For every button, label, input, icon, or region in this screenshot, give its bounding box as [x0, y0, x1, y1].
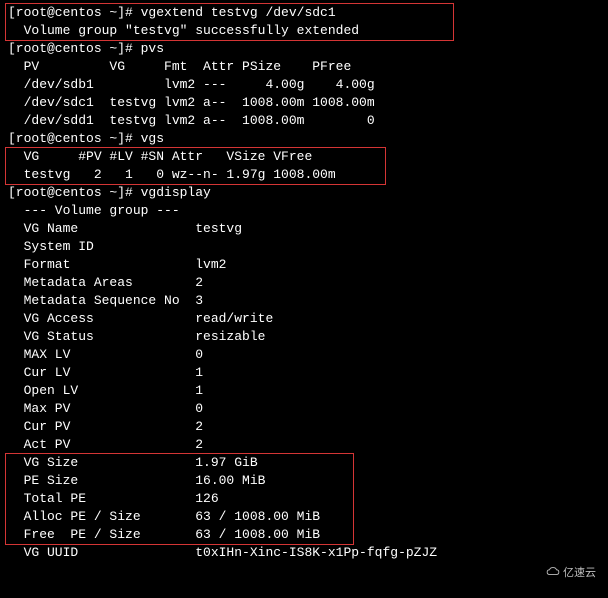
vgdisp-actpv: Act PV 2	[8, 436, 600, 454]
vgdisp-curpv: Cur PV 2	[8, 418, 600, 436]
vgdisp-curlv: Cur LV 1	[8, 364, 600, 382]
vgdisp-alloc: Alloc PE / Size 63 / 1008.00 MiB	[8, 508, 351, 526]
highlight-vgs: VG #PV #LV #SN Attr VSize VFree testvg 2…	[5, 147, 386, 185]
pvs-header: PV VG Fmt Attr PSize PFree	[8, 58, 600, 76]
vgdisp-pesize: PE Size 16.00 MiB	[8, 472, 351, 490]
vgdisp-status: VG Status resizable	[8, 328, 600, 346]
vgdisp-fmt: Format lvm2	[8, 256, 600, 274]
pvs-row: /dev/sdc1 testvg lvm2 a-- 1008.00m 1008.…	[8, 94, 600, 112]
vgdisp-maxlv: MAX LV 0	[8, 346, 600, 364]
cloud-icon	[546, 566, 560, 576]
vgdisp-totalpe: Total PE 126	[8, 490, 351, 508]
vgdisp-openlv: Open LV 1	[8, 382, 600, 400]
vgdisp-vgsize: VG Size 1.97 GiB	[8, 454, 351, 472]
cmd-pvs: [root@centos ~]# pvs	[8, 40, 600, 58]
vgdisp-mseq: Metadata Sequence No 3	[8, 292, 600, 310]
watermark-text: 亿速云	[563, 567, 596, 579]
cmd-vgs: [root@centos ~]# vgs	[8, 130, 600, 148]
vgdisp-access: VG Access read/write	[8, 310, 600, 328]
vgdisp-free: Free PE / Size 63 / 1008.00 MiB	[8, 526, 351, 544]
pvs-row: /dev/sdb1 lvm2 --- 4.00g 4.00g	[8, 76, 600, 94]
highlight-vgextend: [root@centos ~]# vgextend testvg /dev/sd…	[5, 3, 454, 41]
pvs-row: /dev/sdd1 testvg lvm2 a-- 1008.00m 0	[8, 112, 600, 130]
highlight-vgsize: VG Size 1.97 GiB PE Size 16.00 MiB Total…	[5, 453, 354, 545]
vgs-row: testvg 2 1 0 wz--n- 1.97g 1008.00m	[8, 166, 383, 184]
vgdisp-mareas: Metadata Areas 2	[8, 274, 600, 292]
vgdisp-maxpv: Max PV 0	[8, 400, 600, 418]
cmd-vgextend: [root@centos ~]# vgextend testvg /dev/sd…	[8, 4, 451, 22]
vgdisp-uuid: VG UUID t0xIHn-Xinc-IS8K-x1Pp-fqfg-pZJZ	[8, 544, 600, 562]
vgdisp-sysid: System ID	[8, 238, 600, 256]
cmd-vgdisplay: [root@centos ~]# vgdisplay	[8, 184, 600, 202]
watermark-badge: 亿速云	[540, 562, 602, 584]
vgdisp-name: VG Name testvg	[8, 220, 600, 238]
vgextend-output: Volume group "testvg" successfully exten…	[8, 22, 451, 40]
vgs-header: VG #PV #LV #SN Attr VSize VFree	[8, 148, 383, 166]
vgdisp-header: --- Volume group ---	[8, 202, 600, 220]
